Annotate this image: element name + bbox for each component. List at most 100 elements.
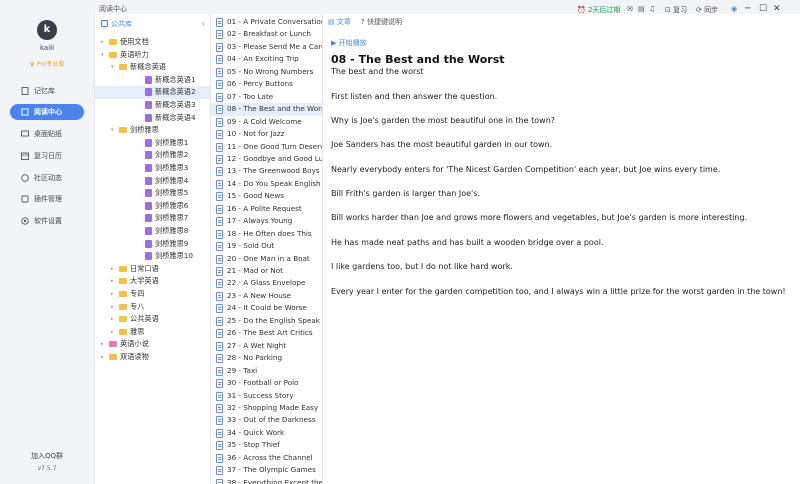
caret-right-icon[interactable]: ▸ [111,275,114,288]
maximize-icon[interactable]: ☐ [759,4,767,14]
caret-right-icon[interactable]: ▸ [111,313,114,326]
caret-right-icon[interactable]: ▸ [101,338,104,351]
tree-item[interactable]: 剑桥雅思9 [95,238,211,251]
doc-list-item[interactable]: 14 - Do You Speak English [211,178,322,191]
doc-list-item[interactable]: 19 - Sold Out [211,240,322,253]
doc-list-item[interactable]: 38 - Everything Except the W [211,477,322,484]
tree-item[interactable]: ▸ 英语小说 [95,338,211,351]
tree-item[interactable]: 剑桥雅思10 [95,250,211,263]
doc-list-item[interactable]: 02 - Breakfast or Lunch [211,28,322,41]
nav-item-community[interactable]: 社区动态 [10,170,84,186]
tree-item[interactable]: 剑桥雅思5 [95,187,211,200]
calendar-small-icon[interactable]: ▤ [638,5,645,13]
caret-down-icon[interactable]: ▾ [111,61,114,74]
pro-badge[interactable]: ♛ Pro专业版 [0,59,94,68]
tree-item[interactable]: ▸ 日常口语 [95,263,211,276]
tree-item[interactable]: 新概念英语1 [95,74,211,87]
tree-item[interactable]: ▾ 英语听力 [95,49,211,62]
doc-list-item[interactable]: 24 - It Could be Worse [211,302,322,315]
doc-list-item[interactable]: 33 - Out of the Darkness [211,414,322,427]
doc-list-item[interactable]: 32 - Shopping Made Easy [211,402,322,415]
tree-item[interactable]: 剑桥雅思3 [95,162,211,175]
doc-list-item[interactable]: 07 - Too Late [211,91,322,104]
doc-list-item[interactable]: 01 - A Private Conversation [211,16,322,29]
theme-icon[interactable]: ◉ [731,5,737,13]
tree-item[interactable]: ▸ 雅思 [95,326,211,339]
tree-item[interactable]: ▸ 专八 [95,301,211,314]
doc-list-item[interactable]: 22 - A Glass Envelope [211,277,322,290]
doc-list-item[interactable]: 03 - Please Send Me a Card [211,41,322,54]
nav-item-calendar[interactable]: 复习日历 [10,148,84,164]
close-icon[interactable]: ✕ [773,4,781,14]
doc-list-item[interactable]: 29 - Taxi [211,365,322,378]
tree-item[interactable]: 剑桥雅思8 [95,225,211,238]
doc-list-item-label: 20 - One Man in a Boat [227,253,310,263]
doc-list-item[interactable]: 17 - Always Young [211,215,322,228]
doc-list-item[interactable]: 15 - Good News [211,190,322,203]
doc-list-item[interactable]: 12 - Goodbye and Good Luc [211,153,322,166]
tree-item[interactable]: 剑桥雅思6 [95,200,211,213]
start-play-button[interactable]: ▶ 开始播放 [331,38,367,48]
doc-list-item[interactable]: 37 - The Olympic Games [211,464,322,477]
doc-list-item[interactable]: 11 - One Good Turn Deserve [211,141,322,154]
tree-item-label: 新概念英语 [130,62,166,72]
doc-list-item[interactable]: 28 - No Parking [211,352,322,365]
caret-right-icon[interactable]: ▸ [111,301,114,314]
collapse-icon[interactable]: ‹ [202,19,205,28]
tree-item[interactable]: 新概念英语4 [95,112,211,125]
doc-list-item[interactable]: 23 - A New House [211,290,322,303]
nav-item-settings[interactable]: 软件设置 [10,213,84,229]
doc-list-item[interactable]: 06 - Percy Buttons [211,78,322,91]
nav-item-memory[interactable]: 记忆库 [10,83,84,99]
doc-list-item[interactable]: 31 - Success Story [211,390,322,403]
caret-down-icon[interactable]: ▾ [111,124,114,137]
doc-list-item[interactable]: 18 - He Often does This [211,228,322,241]
doc-list-item[interactable]: 25 - Do the English Speak E [211,315,322,328]
doc-list-item[interactable]: 36 - Across the Channel [211,452,322,465]
caret-right-icon[interactable]: ▸ [101,351,104,364]
doc-list-item[interactable]: 27 - A Wet Night [211,340,322,353]
tab-article[interactable]: ▤ 文章 [328,17,351,27]
caret-right-icon[interactable]: ▸ [101,36,104,49]
tree-item[interactable]: ▸ 双语读物 [95,351,211,364]
doc-list-item[interactable]: 30 - Football or Polo [211,377,322,390]
caret-right-icon[interactable]: ▸ [111,326,114,339]
tree-item[interactable]: 剑桥雅思2 [95,149,211,162]
doc-list-item[interactable]: 13 - The Greenwood Boys [211,165,322,178]
tree-item[interactable]: ▸ 使用文档 [95,36,211,49]
caret-right-icon[interactable]: ▸ [111,263,114,276]
caret-down-icon[interactable]: ▾ [101,49,104,62]
avatar[interactable]: k [37,20,57,40]
tree-item[interactable]: ▾ 剑桥雅思 [95,124,211,137]
doc-list-item[interactable]: 16 - A Polite Request [211,203,322,216]
nav-item-sticker[interactable]: 桌面贴纸 [10,126,84,142]
tree-item[interactable]: ▸ 大学英语 [95,275,211,288]
minimize-icon[interactable]: ─ [745,4,750,14]
caret-right-icon[interactable]: ▸ [111,288,114,301]
tree-item[interactable]: 新概念英语3 [95,99,211,112]
doc-list-item[interactable]: 26 - The Best Art Critics [211,327,322,340]
doc-list-item[interactable]: 20 - One Man in a Boat [211,253,322,266]
tree-item[interactable]: 剑桥雅思7 [95,212,211,225]
tree-item[interactable]: 新概念英语2 [95,86,211,99]
tree-item[interactable]: 剑桥雅思1 [95,137,211,150]
join-qq-group-link[interactable]: 加入QQ群 [0,451,94,461]
tree-item[interactable]: ▾ 新概念英语 [95,61,211,74]
tree-item[interactable]: ▸ 公共英语 [95,313,211,326]
doc-list-item[interactable]: 05 - No Wrong Numbers [211,66,322,79]
tree-item[interactable]: ▸ 专四 [95,288,211,301]
doc-list-item[interactable]: 35 - Stop Thief [211,439,322,452]
tree-header[interactable]: 公共库 [101,19,132,29]
bell-icon[interactable]: ♫ [649,5,655,13]
doc-list-item[interactable]: 09 - A Cold Welcome [211,116,322,129]
doc-list-item[interactable]: 08 - The Best and the Worst [211,103,322,116]
tab-shortcuts[interactable]: ? 快捷键说明 [361,17,402,27]
doc-list-item[interactable]: 04 - An Exciting Trip [211,53,322,66]
tree-item[interactable]: 剑桥雅思4 [95,175,211,188]
mail-icon[interactable]: ✉ [627,5,633,13]
doc-list-item[interactable]: 10 - Not for Jazz [211,128,322,141]
doc-list-item[interactable]: 34 - Quick Work [211,427,322,440]
doc-list-item[interactable]: 21 - Mad or Not [211,265,322,278]
nav-item-reading[interactable]: 阅读中心 [10,104,84,120]
nav-item-plugins[interactable]: 插件管理 [10,191,84,207]
